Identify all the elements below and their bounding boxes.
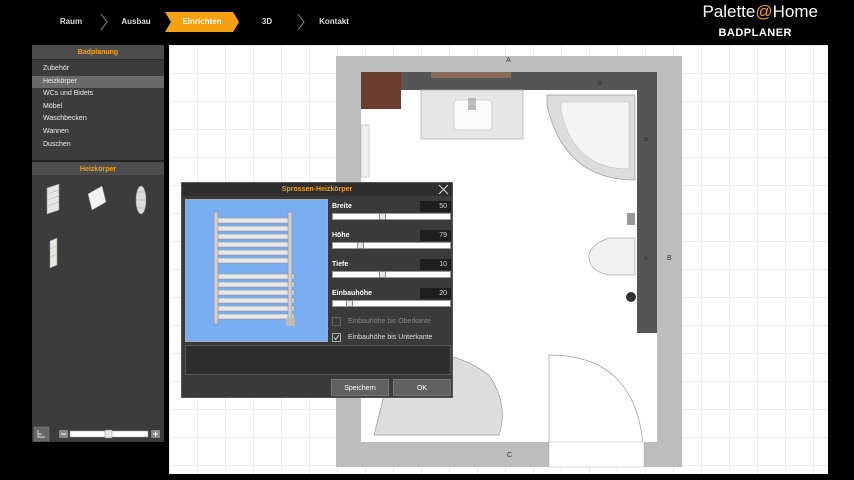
step-einrichten[interactable]: Einrichten xyxy=(165,12,239,32)
wall-label-c: C xyxy=(507,452,513,459)
wall-label-b: B xyxy=(667,255,672,262)
radiator-properties-dialog: Sprossen-Heizkörper Breite 50 Höhe 79 Ti… xyxy=(181,182,453,398)
wall-label-a-top: A xyxy=(506,57,511,64)
hoehe-input[interactable]: 79 xyxy=(420,230,451,241)
wall-label-a-right-1: a xyxy=(644,136,648,143)
floor-drain xyxy=(626,292,636,302)
menu-item-wannen[interactable]: Wannen xyxy=(32,126,164,139)
oberkante-checkbox[interactable] xyxy=(332,317,341,326)
close-icon[interactable] xyxy=(438,184,449,195)
breite-slider[interactable] xyxy=(332,213,451,220)
field-breite: Breite 50 xyxy=(332,201,451,220)
menu-item-wcs-bidets[interactable]: WCs und Bidets xyxy=(32,88,164,101)
app-root: Raum Ausbau Einrichten 3D Kontakt Palett… xyxy=(0,0,854,480)
ok-button[interactable]: OK xyxy=(393,379,451,396)
field-tiefe: Tiefe 10 xyxy=(332,259,451,278)
dialog-info-area xyxy=(185,345,451,375)
field-einbauhoehe: Einbauhöhe 20 xyxy=(332,288,451,307)
einbauhoehe-slider-thumb[interactable] xyxy=(346,300,353,307)
oberkante-label: Einbauhöhe bis Oberkante xyxy=(348,318,431,325)
sidebar-heading: Badplanung xyxy=(32,45,164,60)
brand-logo: Palette@Home xyxy=(702,2,818,21)
product-preview xyxy=(185,199,328,342)
sidebar: Badplanung Zubehör Heizkörper WCs und Bi… xyxy=(32,45,164,442)
checkbox-unterkante[interactable]: Einbauhöhe bis Unterkante xyxy=(332,333,451,343)
step-3d[interactable]: 3D xyxy=(252,12,282,32)
checkbox-oberkante[interactable]: Einbauhöhe bis Oberkante xyxy=(332,317,451,327)
chevron-right-icon xyxy=(100,13,108,31)
radiator-3d-preview xyxy=(213,211,295,326)
einbauhoehe-slider[interactable] xyxy=(332,300,451,307)
step-ausbau[interactable]: Ausbau xyxy=(114,12,158,32)
menu-item-zubehoer[interactable]: Zubehör xyxy=(32,63,164,76)
tiefe-input[interactable]: 10 xyxy=(420,259,451,270)
step-kontakt[interactable]: Kontakt xyxy=(313,12,355,32)
dialog-title: Sprossen-Heizkörper xyxy=(182,183,452,196)
product-section-heading: Heizkörper xyxy=(32,160,164,175)
panel-radiator-thumbnail[interactable] xyxy=(84,182,110,218)
unterkante-label: Einbauhöhe bis Unterkante xyxy=(348,334,433,341)
breite-input[interactable]: 50 xyxy=(420,201,451,212)
menu-item-heizkoerper[interactable]: Heizkörper xyxy=(32,75,164,89)
menu-item-moebel[interactable]: Möbel xyxy=(32,101,164,114)
radiator-thumbnail[interactable] xyxy=(41,182,67,218)
zoom-controls xyxy=(33,426,160,442)
einbauhoehe-input[interactable]: 20 xyxy=(420,288,451,299)
menu-item-waschbecken[interactable]: Waschbecken xyxy=(32,113,164,126)
design-radiator-thumbnail[interactable] xyxy=(128,182,154,218)
wizard-nav: Raum Ausbau Einrichten 3D Kontakt Palett… xyxy=(0,0,854,45)
wood-cabinet xyxy=(361,72,401,109)
brand-subtitle: BADPLANER xyxy=(718,27,792,39)
wall-label-a-cabinet: a xyxy=(598,80,602,87)
breite-slider-thumb[interactable] xyxy=(379,213,386,220)
unterkante-checkbox[interactable] xyxy=(332,333,341,342)
save-button[interactable]: Speichern xyxy=(331,379,389,396)
field-hoehe: Höhe 79 xyxy=(332,230,451,249)
category-menu: Zubehör Heizkörper WCs und Bidets Möbel … xyxy=(32,60,164,151)
step-raum[interactable]: Raum xyxy=(52,12,90,32)
tiefe-slider-thumb[interactable] xyxy=(379,271,386,278)
wall-label-a-right-2: a xyxy=(644,255,648,262)
compact-radiator-thumbnail[interactable] xyxy=(41,235,67,271)
chevron-right-icon xyxy=(297,13,305,31)
side-cabinet xyxy=(637,90,657,333)
tiefe-slider[interactable] xyxy=(332,271,451,278)
menu-item-duschen[interactable]: Duschen xyxy=(32,139,164,152)
hoehe-slider-thumb[interactable] xyxy=(357,242,364,249)
hoehe-slider[interactable] xyxy=(332,242,451,249)
